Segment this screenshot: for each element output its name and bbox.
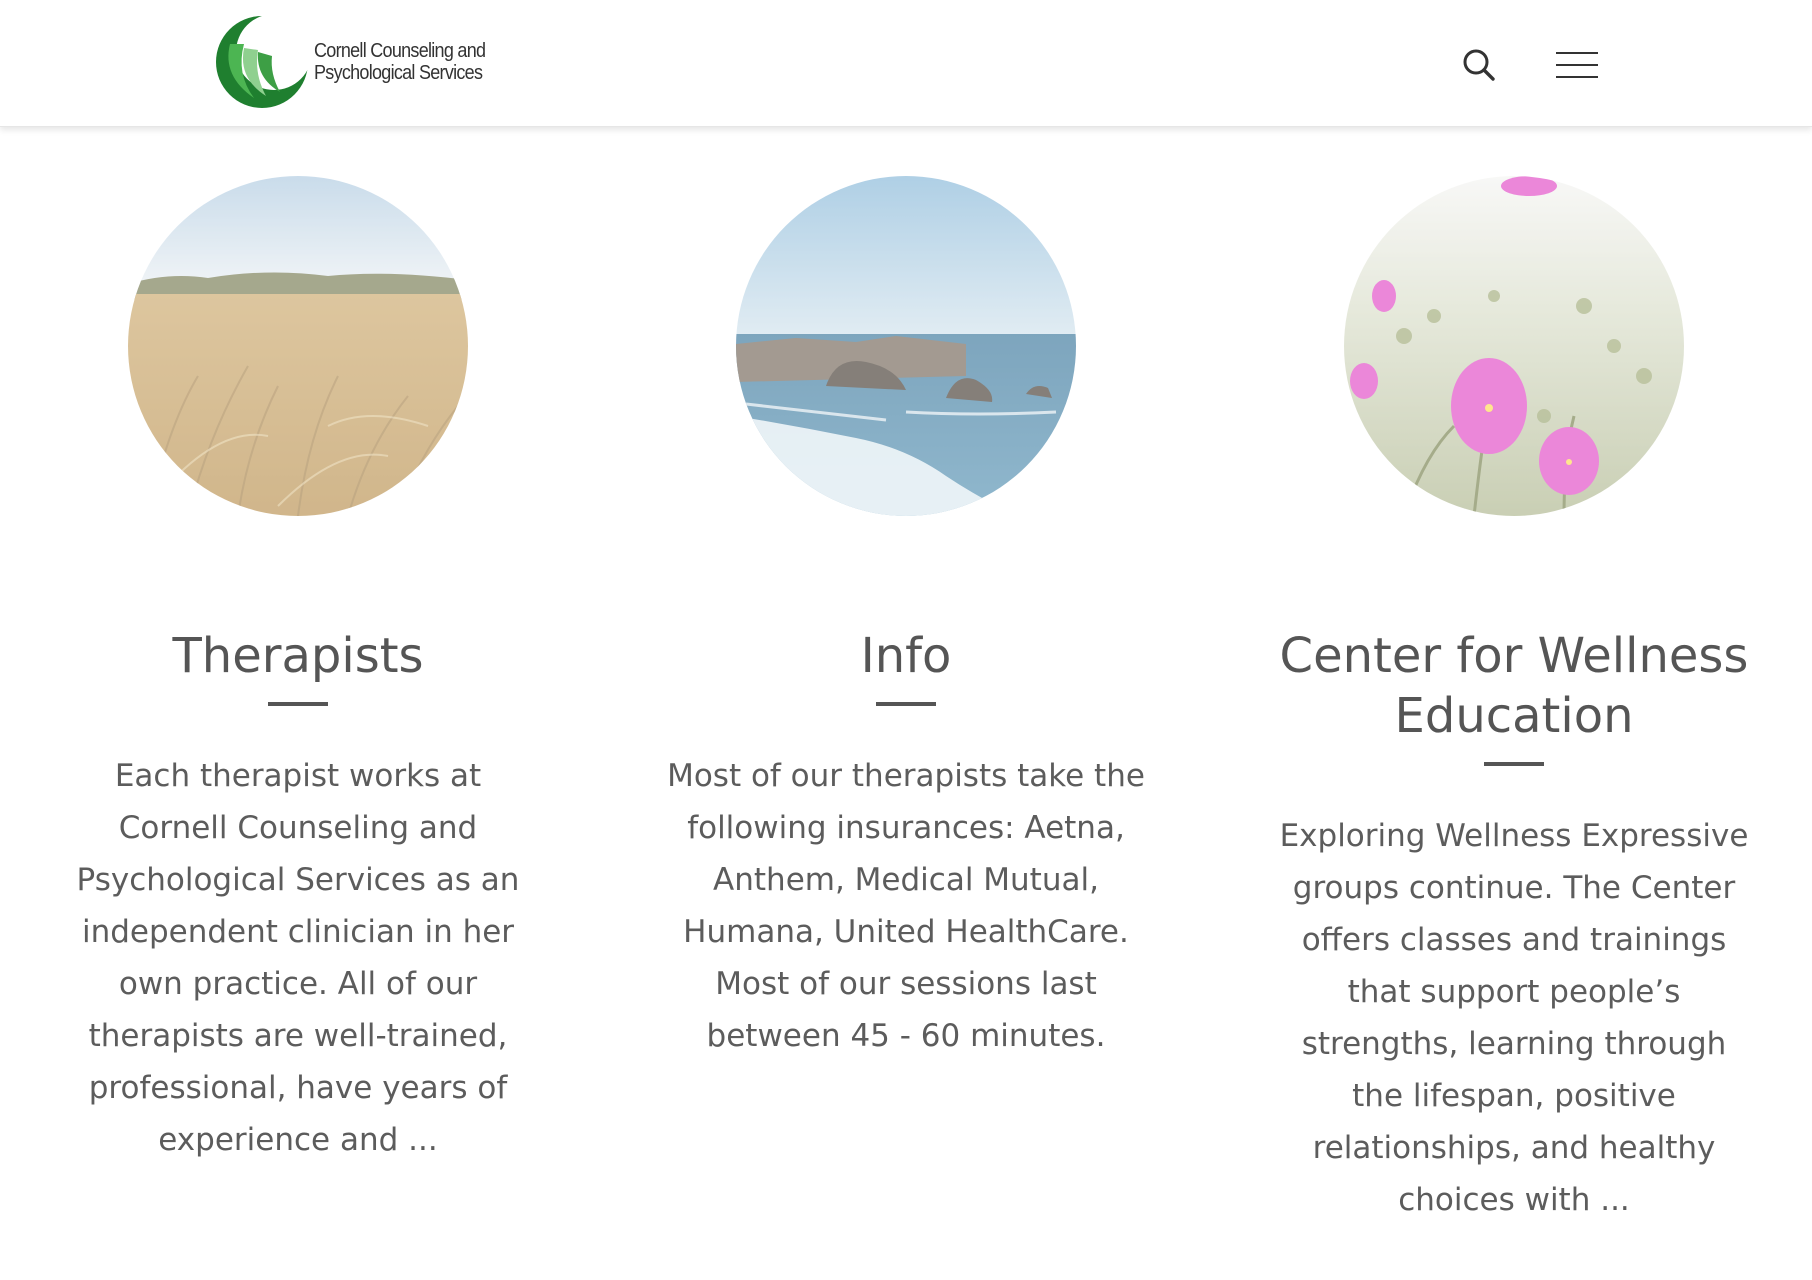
crescent-logo-icon xyxy=(216,14,310,108)
feature-title[interactable]: Info xyxy=(636,626,1176,686)
feature-wellness-center: Center for Wellness Education Exploring … xyxy=(1244,127,1784,1226)
logo-line-2: Psychological Services xyxy=(314,62,483,84)
header-tools xyxy=(1454,40,1602,90)
feature-description: Most of our therapists take the followin… xyxy=(667,758,1145,1054)
feature-title[interactable]: Therapists xyxy=(28,626,568,686)
logo-line-1: Cornell Counseling and xyxy=(314,40,486,62)
wheat-field-photo[interactable] xyxy=(128,176,468,516)
pink-flowers-image xyxy=(1344,176,1684,516)
search-icon xyxy=(1463,49,1495,81)
search-button[interactable] xyxy=(1454,40,1504,90)
features-section: Therapists Each therapist works at Corne… xyxy=(0,127,1812,1280)
feature-therapists: Therapists Each therapist works at Corne… xyxy=(28,127,568,1166)
logo-text: Cornell Counseling and Psychological Ser… xyxy=(314,40,486,84)
title-divider xyxy=(876,702,936,706)
feature-info: Info Most of our therapists take the fol… xyxy=(636,127,1176,1062)
wheat-field-image xyxy=(128,176,468,516)
title-divider xyxy=(268,702,328,706)
site-logo[interactable]: Cornell Counseling and Psychological Ser… xyxy=(214,14,504,110)
title-divider xyxy=(1484,762,1544,766)
feature-title[interactable]: Center for Wellness Education xyxy=(1244,626,1784,746)
ocean-coast-image xyxy=(736,176,1076,516)
feature-description: Exploring Wellness Expressive groups con… xyxy=(1279,818,1749,1218)
hamburger-menu-icon xyxy=(1556,52,1598,78)
pink-flowers-photo[interactable] xyxy=(1344,176,1684,516)
site-header: Cornell Counseling and Psychological Ser… xyxy=(0,0,1812,127)
feature-description: Each therapist works at Cornell Counseli… xyxy=(76,758,520,1158)
menu-button[interactable] xyxy=(1552,40,1602,90)
ocean-coast-photo[interactable] xyxy=(736,176,1076,516)
